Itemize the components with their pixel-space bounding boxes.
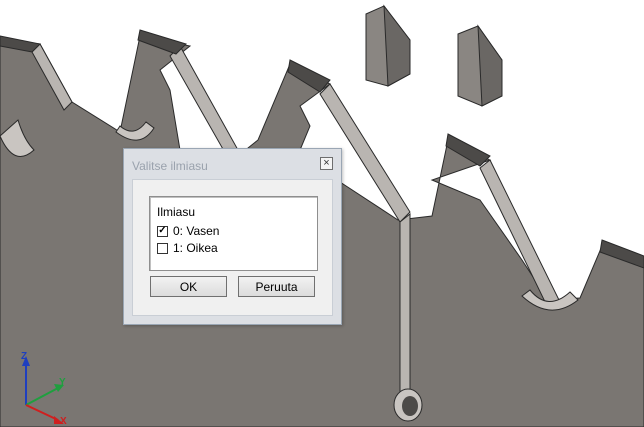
z-axis-label: Z [21, 351, 28, 362]
cancel-button[interactable]: Peruuta [238, 276, 315, 297]
dialog-titlebar[interactable]: Valitse ilmiasu × [124, 149, 341, 179]
x-axis-label: X [60, 416, 67, 427]
listbox-header: Ilmiasu [157, 205, 196, 219]
option-vasen[interactable]: ✓ 0: Vasen [157, 224, 219, 238]
option-oikea-label: 1: Oikea [173, 241, 218, 255]
carbide-insert-2-face [477, 24, 503, 107]
appearance-listbox[interactable]: Ilmiasu ✓ 0: Vasen 1: Oikea [149, 196, 318, 271]
slot-hole-inner [402, 396, 418, 416]
y-axis-label: Y [59, 377, 66, 388]
expansion-slot [399, 212, 411, 393]
carbide-insert-1-face [383, 4, 411, 87]
checkbox-vasen[interactable]: ✓ [157, 225, 168, 237]
option-vasen-label: 0: Vasen [173, 224, 220, 238]
checkbox-oikea[interactable] [157, 242, 168, 254]
close-button[interactable]: × [320, 157, 333, 170]
ok-button[interactable]: OK [150, 276, 227, 297]
close-icon: × [323, 157, 330, 169]
option-oikea[interactable]: 1: Oikea [157, 241, 218, 255]
select-appearance-dialog: Valitse ilmiasu × Ilmiasu ✓ 0: Vasen 1: … [123, 148, 342, 325]
dialog-title: Valitse ilmiasu [132, 159, 208, 173]
dialog-body: Ilmiasu ✓ 0: Vasen 1: Oikea OK Peruuta [132, 179, 333, 316]
